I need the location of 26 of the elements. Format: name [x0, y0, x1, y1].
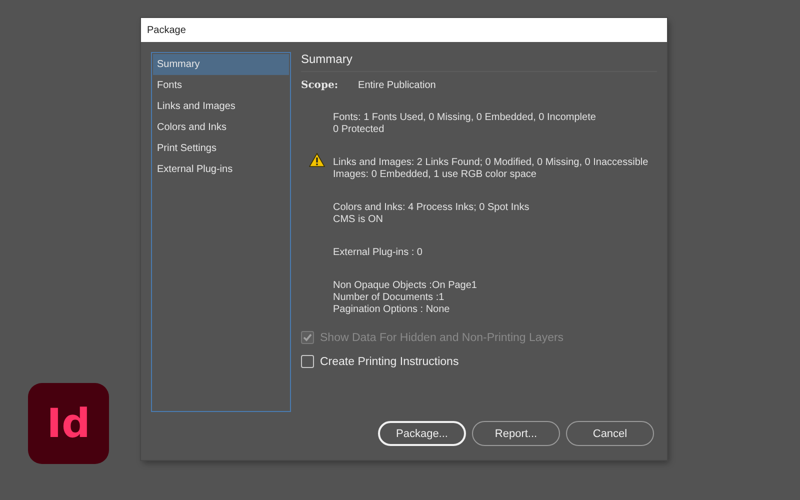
app-icon: Id [28, 383, 109, 464]
dialog-button[interactable]: Cancel [566, 421, 654, 446]
scope-value: Entire Publication [358, 80, 436, 91]
summary-text: Number of Documents :1 [333, 292, 446, 304]
summary-text: External Plug-ins : 0 [333, 247, 422, 259]
summary-text: 0 Protected [333, 124, 386, 136]
sidebar-item[interactable]: Fonts [153, 75, 289, 96]
sidebar-item[interactable]: External Plug-ins [153, 159, 289, 180]
summary-text: Colors and Inks: 4 Process Inks; 0 Spot Inks [333, 202, 530, 214]
dialog-button[interactable]: Report... [472, 421, 560, 446]
dialog-button[interactable]: Package... [378, 421, 466, 446]
summary-text: Non Opaque Objects :On Page1 [333, 280, 477, 292]
checkbox-label: Create Printing Instructions [320, 356, 459, 368]
window-title: Package [147, 24, 186, 36]
summary-text: Fonts: 1 Fonts Used, 0 Missing, 0 Embedded, 0 Incomplete [333, 112, 596, 124]
checkbox[interactable] [301, 355, 314, 368]
sidebar-item[interactable]: Links and Images [153, 96, 289, 117]
summary-text: Links and Images: 2 Links Found; 0 Modified, 0 Missing, 0 Inaccessible [333, 157, 648, 169]
sidebar-item[interactable]: Colors and Inks [153, 117, 289, 138]
sidebar-item[interactable]: Print Settings [153, 138, 289, 159]
scope-label: Scope: [301, 80, 338, 91]
sidebar-item[interactable]: Summary [153, 54, 289, 75]
summary-text: CMS is ON [333, 214, 384, 226]
section-heading: Summary [301, 52, 657, 72]
summary-text: Images: 0 Embedded, 1 use RGB color space [333, 169, 538, 181]
summary-text: Pagination Options : None [333, 304, 451, 316]
